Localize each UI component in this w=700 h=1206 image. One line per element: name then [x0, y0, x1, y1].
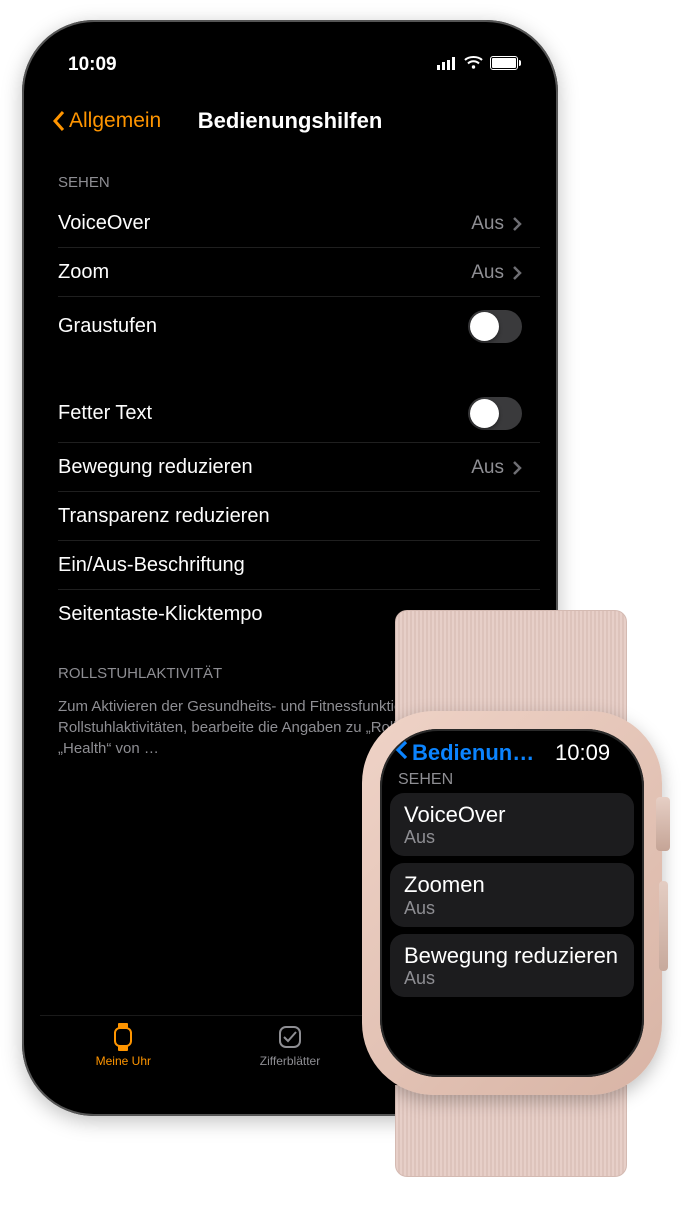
toggle-fetter-text[interactable]	[468, 397, 522, 430]
watch-nav-title: Bedienun…	[412, 740, 552, 766]
row-label: Seitentaste-Klicktempo	[58, 603, 263, 626]
watch-row-value: Aus	[404, 827, 620, 848]
row-label: Graustufen	[58, 315, 157, 338]
row-label: VoiceOver	[58, 212, 150, 235]
nav-bar: Allgemein Bedienungshilfen	[40, 94, 540, 148]
row-label: Fetter Text	[58, 402, 152, 425]
watch-time: 10:09	[555, 740, 610, 766]
chevron-left-icon	[394, 739, 409, 761]
row-value: Aus	[471, 457, 504, 479]
chevron-right-icon	[512, 216, 522, 232]
statusbar-icons	[437, 56, 518, 70]
watch-icon	[108, 1022, 138, 1052]
watch-frame: Bedienun… 10:09 SEHEN VoiceOver Aus Zoom…	[340, 615, 685, 1195]
watch-row-voiceover[interactable]: VoiceOver Aus	[390, 793, 634, 856]
notch	[175, 38, 405, 71]
row-value: Aus	[471, 213, 504, 235]
row-label: Zoom	[58, 261, 109, 284]
watch-row-label: Bewegung reduzieren	[404, 943, 620, 968]
row-zoom[interactable]: Zoom Aus	[40, 248, 540, 297]
battery-icon	[490, 56, 518, 70]
row-label: Bewegung reduzieren	[58, 456, 253, 479]
back-button[interactable]: Allgemein	[44, 109, 161, 133]
back-label: Allgemein	[69, 109, 161, 133]
watch-screen: Bedienun… 10:09 SEHEN VoiceOver Aus Zoom…	[380, 729, 644, 1077]
row-graustufen[interactable]: Graustufen	[40, 297, 540, 356]
watch-row-label: VoiceOver	[404, 802, 620, 827]
watch-row-value: Aus	[404, 898, 620, 919]
watch-band-bottom	[395, 1085, 627, 1177]
statusbar-time: 10:09	[68, 54, 117, 76]
watch-nav: Bedienun… 10:09	[380, 729, 644, 768]
chevron-right-icon	[512, 460, 522, 476]
toggle-graustufen[interactable]	[468, 310, 522, 343]
chevron-right-icon	[512, 265, 522, 281]
side-button[interactable]	[659, 881, 668, 971]
row-fetter-text[interactable]: Fetter Text	[40, 384, 540, 443]
watch-band-top	[395, 610, 627, 722]
face-gallery-icon	[275, 1022, 305, 1052]
row-transparenz[interactable]: Transparenz reduzieren	[40, 492, 540, 541]
row-label: Ein/Aus-Beschriftung	[58, 554, 245, 577]
tab-zifferblatter[interactable]: Zifferblätter	[230, 1022, 350, 1068]
digital-crown[interactable]	[656, 797, 670, 851]
tab-meine-uhr[interactable]: Meine Uhr	[63, 1022, 183, 1068]
watch-row-value: Aus	[404, 968, 620, 989]
row-label: Transparenz reduzieren	[58, 505, 270, 528]
section-header-sehen: SEHEN	[40, 148, 540, 199]
wifi-icon	[464, 56, 483, 70]
row-voiceover[interactable]: VoiceOver Aus	[40, 199, 540, 248]
watch-back-button[interactable]	[394, 739, 409, 766]
row-einaus[interactable]: Ein/Aus-Beschriftung	[40, 541, 540, 590]
nav-title: Bedienungshilfen	[198, 108, 383, 134]
chevron-left-icon	[52, 110, 66, 132]
tab-label: Zifferblätter	[260, 1054, 320, 1068]
row-bewegung[interactable]: Bewegung reduzieren Aus	[40, 443, 540, 492]
cellular-icon	[437, 57, 457, 70]
watch-case: Bedienun… 10:09 SEHEN VoiceOver Aus Zoom…	[362, 711, 662, 1095]
watch-row-zoomen[interactable]: Zoomen Aus	[390, 863, 634, 926]
watch-row-bewegung[interactable]: Bewegung reduzieren Aus	[390, 934, 634, 997]
row-value: Aus	[471, 262, 504, 284]
watch-row-label: Zoomen	[404, 872, 620, 897]
watch-section-header: SEHEN	[380, 768, 644, 793]
tab-label: Meine Uhr	[96, 1054, 151, 1068]
